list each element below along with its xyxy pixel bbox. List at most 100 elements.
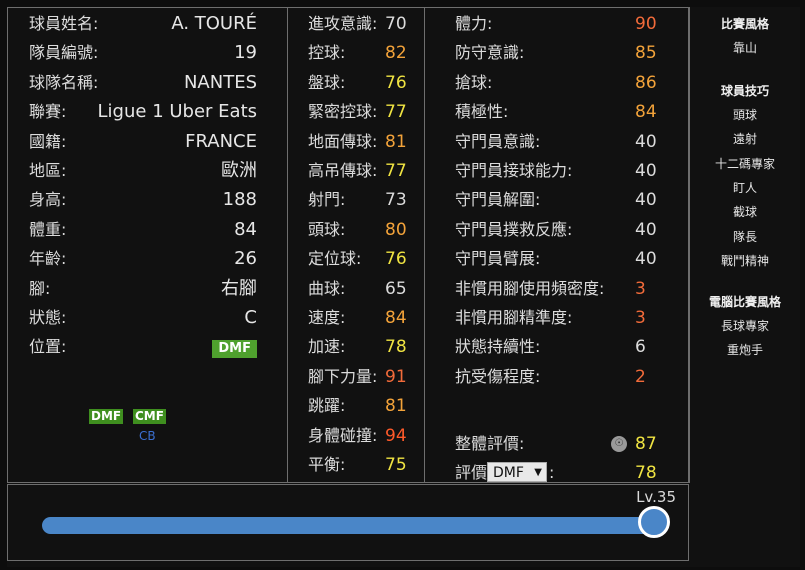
rating-colon: : <box>549 463 555 482</box>
stat-d-8-row: 守門員臂展: 40 <box>425 247 689 271</box>
skills-title: 球員技巧 <box>720 84 769 98</box>
stat-a-10-row: 速度: 84 <box>288 306 424 330</box>
stat-a-4-value: 81 <box>385 131 407 152</box>
stat-d-3-label: 積極性: <box>455 102 509 122</box>
stat-d-7-value: 40 <box>635 219 657 240</box>
info-6-row: 身高: 188 <box>7 188 287 212</box>
stat-a-6-label: 射門: <box>308 190 346 210</box>
stat-d-6-row: 守門員解圍: 40 <box>425 188 689 212</box>
stat-d-11-value: 6 <box>635 337 646 358</box>
stat-d-6-value: 40 <box>635 190 657 211</box>
overall-rating-row: 整體評價: ☉ 87 <box>425 432 689 456</box>
info-0-value: A. TOURÉ <box>171 13 257 34</box>
info-1-label: 隊員編號: <box>29 43 99 63</box>
medal-icon: ☉ <box>611 436 627 452</box>
stat-a-12-row: 腳下力量: 91 <box>288 365 424 389</box>
com-style-title: 電腦比賽風格 <box>708 295 781 309</box>
stat-a-4-row: 地面傳球: 81 <box>288 130 424 154</box>
stat-d-1-label: 防守意識: <box>455 43 525 63</box>
info-7-label: 體重: <box>29 219 67 239</box>
stat-d-10-row: 非慣用腳精準度: 3 <box>425 306 689 330</box>
stat-d-11-label: 狀態持續性: <box>455 337 541 357</box>
skill-item: 盯人 <box>732 180 757 195</box>
playstyle-value: 靠山 <box>732 41 757 55</box>
info-3-value: Ligue 1 Uber Eats <box>97 101 257 123</box>
stat-a-11-row: 加速: 78 <box>288 335 424 359</box>
player-info-panel: 球員姓名: A. TOURÉ 隊員編號: 19 球隊名稱: NANTES 聯賽: Ligue … <box>7 7 288 483</box>
info-1-value: 19 <box>234 42 257 64</box>
info-10-label: 狀態: <box>29 308 67 327</box>
stat-d-5-value: 40 <box>635 161 657 181</box>
position-rating-row: 評價 DMF ▼ : 78 <box>425 461 689 485</box>
stat-d-7-row: 守門員撲救反應: 40 <box>425 218 689 242</box>
info-5-value: 歐洲 <box>221 160 257 181</box>
info-5-row: 地區: 歐洲 <box>7 159 287 183</box>
stat-a-15-value: 75 <box>385 455 407 475</box>
stat-a-0-label: 進攻意識: <box>308 14 378 33</box>
stat-a-7-value: 80 <box>385 219 407 240</box>
stat-d-9-label: 非慣用腳使用頻密度: <box>455 278 605 298</box>
stat-a-3-row: 緊密控球: 77 <box>288 100 424 124</box>
info-1-row: 隊員編號: 19 <box>7 41 287 65</box>
skill-item: 遠射 <box>732 132 757 147</box>
stat-a-2-label: 盤球: <box>308 72 346 92</box>
info-6-label: 身高: <box>29 190 67 210</box>
info-10-row: 狀態: C <box>7 306 287 330</box>
stat-d-2-label: 搶球: <box>455 72 493 92</box>
level-slider-thumb[interactable] <box>638 506 670 538</box>
stat-d-4-label: 守門員意識: <box>455 131 541 151</box>
stat-d-3-value: 84 <box>635 102 657 123</box>
stat-d-1-value: 85 <box>635 43 657 64</box>
skill-item: 戰鬥精神 <box>720 253 769 268</box>
position-select[interactable]: DMF ▼ <box>487 462 547 482</box>
stat-d-2-row: 搶球: 86 <box>425 71 689 95</box>
info-2-label: 球隊名稱: <box>29 72 99 92</box>
info-8-value: 26 <box>234 248 257 270</box>
stat-a-3-value: 77 <box>385 102 407 123</box>
stat-a-0-value: 70 <box>385 14 407 34</box>
info-6-value: 188 <box>222 189 257 211</box>
info-2-row: 球隊名稱: NANTES <box>7 71 287 95</box>
stat-d-8-value: 40 <box>635 249 657 270</box>
overall-rating-value: 87 <box>635 434 657 454</box>
stat-d-4-value: 40 <box>635 131 657 152</box>
stat-a-8-row: 定位球: 76 <box>288 247 424 271</box>
stat-d-8-label: 守門員臂展: <box>455 249 541 269</box>
stat-a-13-label: 跳躍: <box>308 396 346 416</box>
info-4-row: 國籍: FRANCE <box>7 130 287 154</box>
stat-d-0-row: 體力: 90 <box>425 12 689 36</box>
stat-a-5-label: 高吊傳球: <box>308 161 378 180</box>
info-8-label: 年齡: <box>29 249 67 269</box>
stat-a-9-label: 曲球: <box>308 278 346 298</box>
stat-a-7-label: 頭球: <box>308 219 346 239</box>
playstyle-title: 比賽風格 <box>720 17 769 31</box>
stat-a-12-label: 腳下力量: <box>308 366 378 386</box>
info-5-label: 地區: <box>29 161 67 180</box>
stat-a-8-label: 定位球: <box>308 249 362 269</box>
stat-a-9-row: 曲球: 65 <box>288 277 424 301</box>
stat-d-4-row: 守門員意識: 40 <box>425 130 689 154</box>
stat-a-13-value: 81 <box>385 396 407 417</box>
info-4-value: FRANCE <box>185 130 257 152</box>
position-chip-cmf: CMF <box>133 409 166 424</box>
info-9-value: 右腳 <box>221 277 257 299</box>
info-10-value: C <box>244 307 257 328</box>
stat-a-15-row: 平衡: 75 <box>288 453 424 477</box>
position-rating-value: 78 <box>635 463 657 483</box>
stat-a-10-label: 速度: <box>308 308 346 327</box>
stats-panel-defense: 整體評價: ☉ 87 評價 DMF ▼ : 78 體力: 90 防守意識: 85 搶球:… <box>425 7 690 483</box>
position-row: 位置: DMF <box>7 335 287 359</box>
stat-a-6-row: 射門: 73 <box>288 188 424 212</box>
stat-a-8-value: 76 <box>385 249 407 270</box>
position-select-value: DMF <box>493 465 524 481</box>
stat-a-10-value: 84 <box>385 308 407 328</box>
stat-a-0-row: 進攻意識: 70 <box>288 12 424 36</box>
level-slider-track[interactable] <box>42 517 654 534</box>
stat-d-9-value: 3 <box>635 278 646 299</box>
info-0-label: 球員姓名: <box>29 14 99 33</box>
level-label: Lv.35 <box>636 488 676 506</box>
stat-a-14-row: 身體碰撞: 94 <box>288 424 424 448</box>
level-slider-area: Lv.35 <box>7 484 689 561</box>
stat-d-7-label: 守門員撲救反應: <box>455 219 573 239</box>
info-9-row: 腳: 右腳 <box>7 277 287 301</box>
